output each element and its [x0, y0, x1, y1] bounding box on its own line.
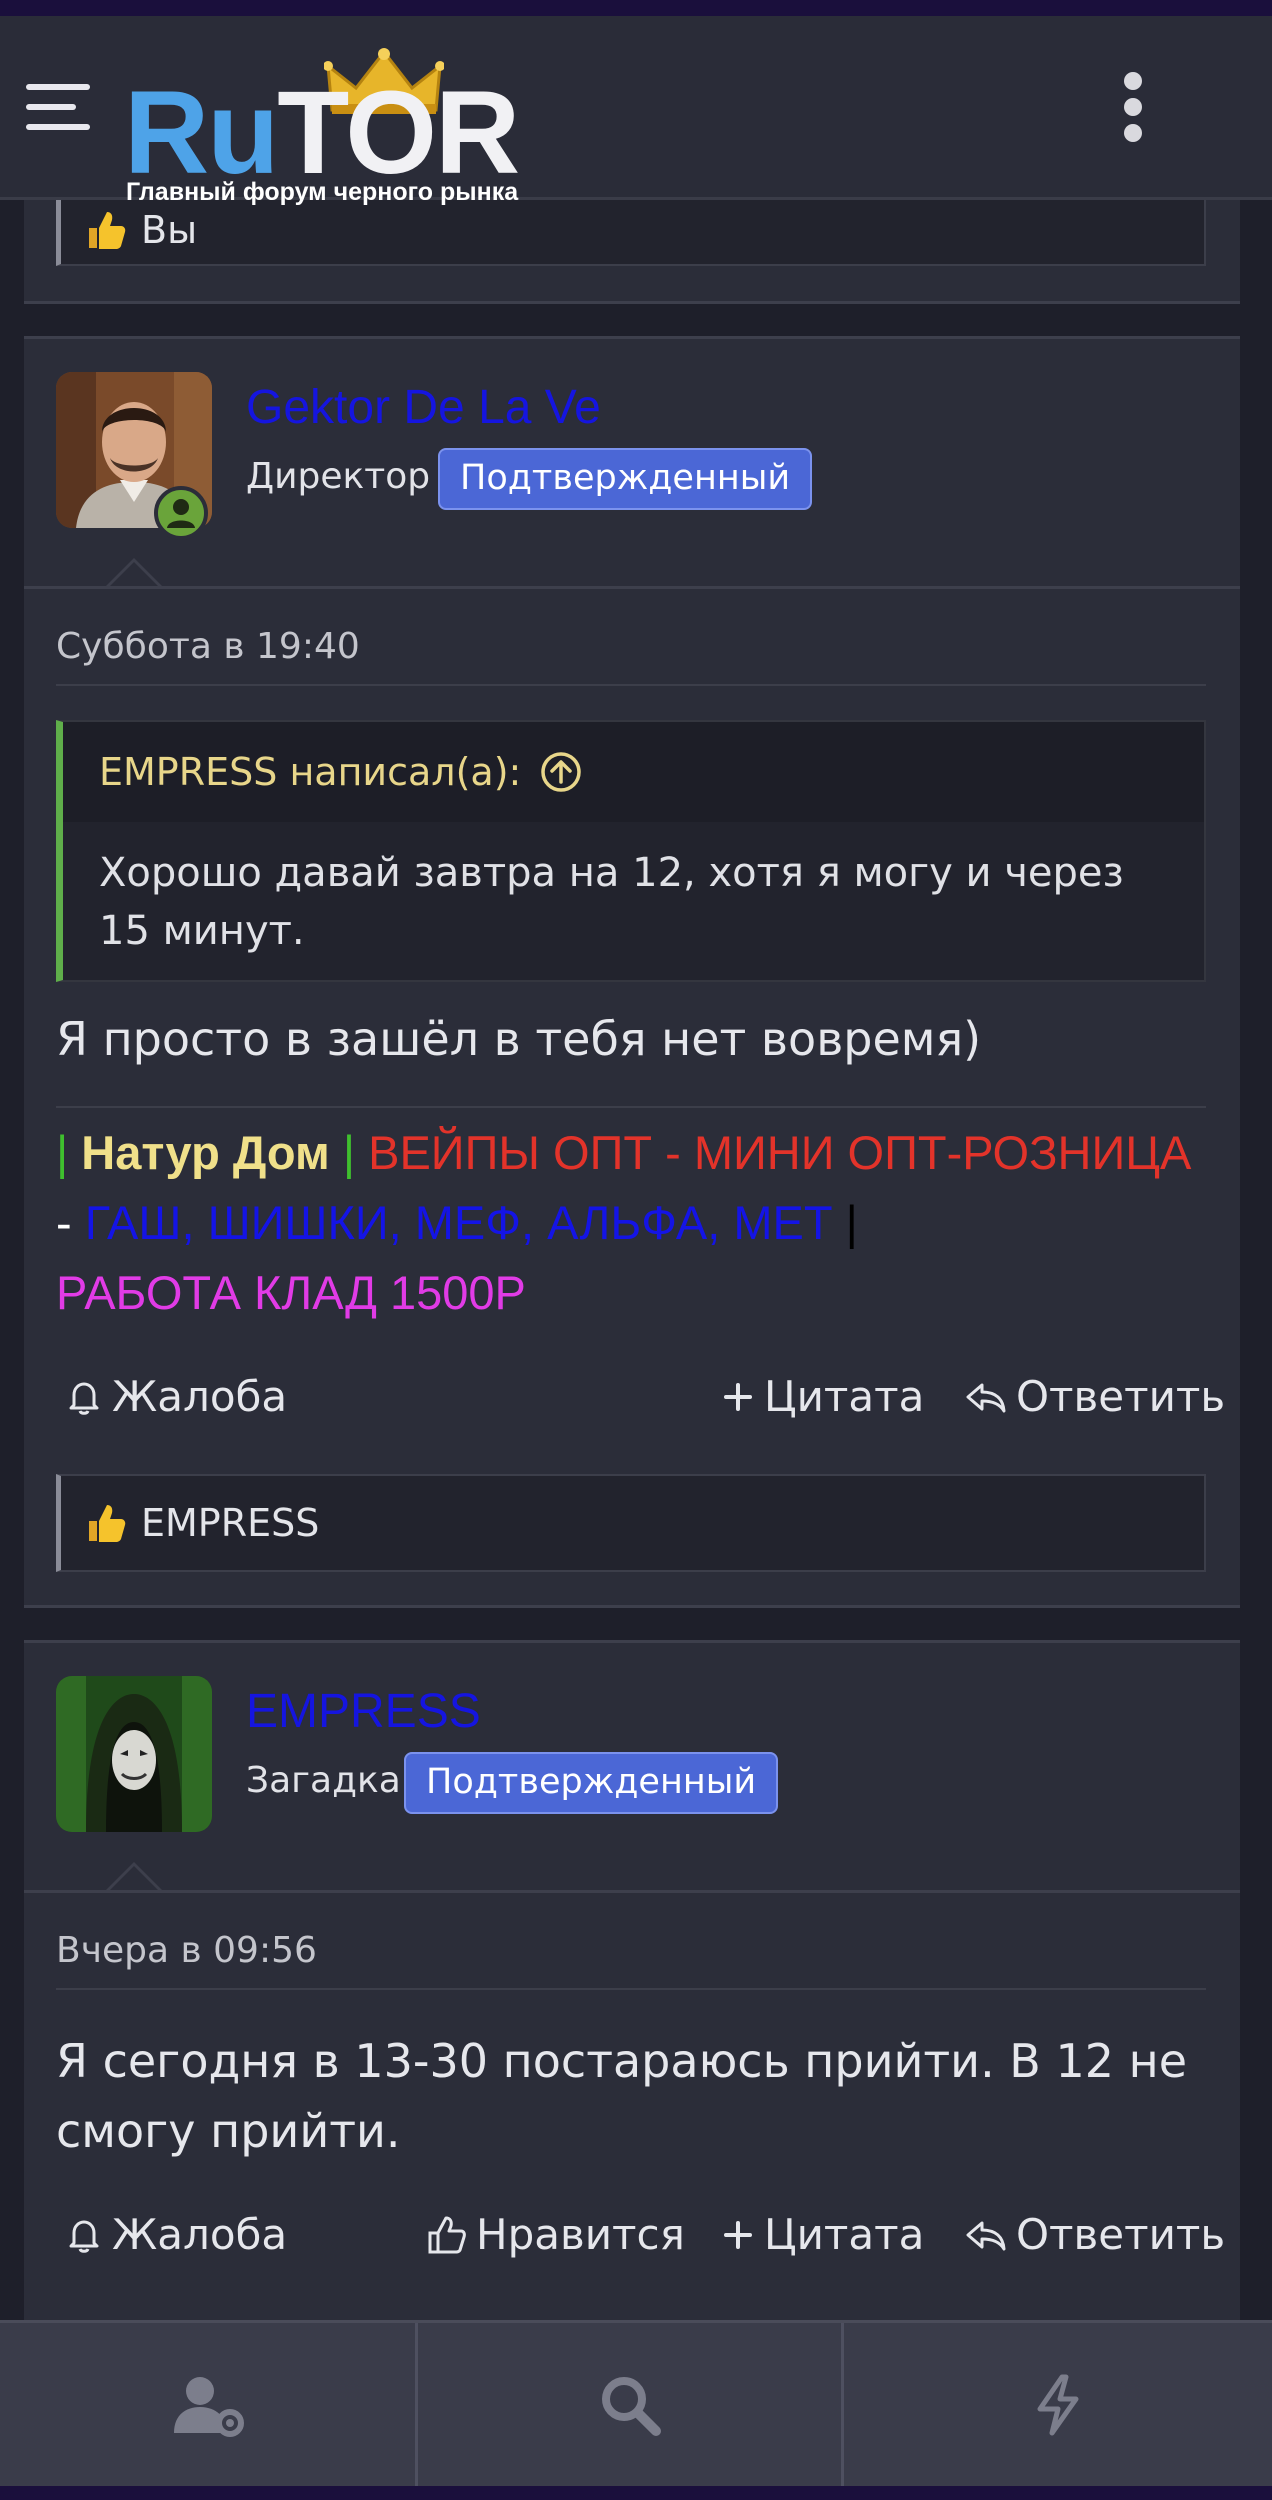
account-nav-button[interactable]: [0, 2323, 418, 2486]
verified-badge: Подтвержденный: [438, 448, 813, 510]
reaction-names: Вы: [141, 208, 198, 252]
logo-tagline: Главный форум черного рынка: [126, 178, 519, 206]
quote-text: Хорошо давай завтра на 12, хотя я могу и…: [99, 850, 1124, 954]
timestamp-divider: [56, 1988, 1206, 1990]
activity-nav-button[interactable]: [844, 2323, 1272, 2486]
header-divider: [24, 586, 1240, 589]
arrow-up-circle-icon[interactable]: [539, 750, 583, 794]
reaction-bar[interactable]: EMPRESS: [56, 1474, 1206, 1572]
sig-goods[interactable]: ГАШ, ШИШКИ, МЕФ, АЛЬФА, МЕТ: [85, 1196, 833, 1249]
arrow-notch-inner: [108, 1866, 160, 1892]
timestamp-divider: [56, 684, 1206, 686]
reply-button[interactable]: Ответить: [964, 1372, 1225, 1421]
post-body: Я просто в зашёл в тебя нет вовремя): [56, 1012, 982, 1066]
post-author-name[interactable]: EMPRESS: [246, 1684, 481, 1739]
more-options-icon[interactable]: [1122, 72, 1144, 152]
thumbs-up-emoji-icon: [89, 1505, 126, 1542]
online-status-icon: [154, 486, 208, 540]
report-button[interactable]: Жалоба: [64, 1372, 287, 1421]
top-status-strip: [0, 0, 1272, 16]
report-button[interactable]: Жалоба: [64, 2210, 287, 2259]
reply-arrow-icon: [966, 2221, 1006, 2250]
sig-dash: -: [56, 1196, 85, 1249]
sig-vapes[interactable]: ВЕЙПЫ ОПТ - МИНИ ОПТ-РОЗНИЦА: [355, 1126, 1191, 1179]
thumbs-up-icon: [428, 2216, 466, 2253]
post-timestamp[interactable]: Суббота в 19:40: [56, 626, 360, 667]
bottom-navigation: [0, 2320, 1272, 2486]
signature-divider: [56, 1106, 1206, 1108]
user-settings-icon: [173, 2376, 244, 2437]
post-author-name[interactable]: Gektor De La Ve: [246, 380, 601, 435]
site-logo[interactable]: RuTOR Главный форум черного рынка: [124, 38, 564, 206]
reply-arrow-icon: [966, 1383, 1006, 1412]
quote-button[interactable]: Цитата: [720, 1372, 924, 1421]
app-header: RuTOR Главный форум черного рынка: [0, 16, 1272, 206]
quote-button[interactable]: Цитата: [720, 2210, 924, 2259]
user-title: Директор: [246, 456, 431, 497]
search-icon: [601, 2376, 661, 2436]
bell-icon: [69, 2220, 99, 2253]
header-divider: [24, 1890, 1240, 1893]
sig-bar: |: [56, 1126, 69, 1179]
sig-bar: |: [832, 1196, 858, 1249]
like-button[interactable]: Нравится: [424, 2210, 685, 2259]
verified-badge: Подтвержденный: [404, 1752, 779, 1814]
quote-block: EMPRESS написал(а): Хорошо давай завтра …: [56, 720, 1206, 982]
user-title: Загадка: [246, 1760, 401, 1801]
quote-author: EMPRESS написал(а):: [99, 750, 522, 794]
sig-shop-name[interactable]: Натур Дом: [68, 1126, 343, 1179]
thumbs-up-emoji-icon: [89, 212, 126, 249]
bell-icon: [69, 1382, 99, 1415]
reaction-names: EMPRESS: [141, 1501, 320, 1545]
sig-job[interactable]: РАБОТА КЛАД 1500Р: [56, 1266, 526, 1319]
arrow-notch-inner: [108, 562, 160, 588]
avatar[interactable]: [56, 1676, 212, 1832]
plus-icon: [724, 2220, 752, 2249]
post-timestamp[interactable]: Вчера в 09:56: [56, 1930, 317, 1971]
post-body: Я сегодня в 13-30 постараюсь прийти. В 1…: [56, 2034, 1188, 2158]
logo-wordmark: RuTOR: [124, 67, 520, 199]
plus-icon: [724, 1382, 752, 1411]
quote-header[interactable]: EMPRESS написал(а):: [63, 722, 1204, 822]
bottom-status-strip: [0, 2486, 1272, 2500]
sig-bar: |: [342, 1126, 356, 1179]
reply-button[interactable]: Ответить: [964, 2210, 1225, 2259]
signature: | Натур Дом | ВЕЙПЫ ОПТ - МИНИ ОПТ-РОЗНИ…: [56, 1118, 1206, 1328]
lightning-icon: [1037, 2374, 1079, 2435]
menu-icon[interactable]: [26, 84, 90, 134]
search-nav-button[interactable]: [418, 2323, 844, 2486]
